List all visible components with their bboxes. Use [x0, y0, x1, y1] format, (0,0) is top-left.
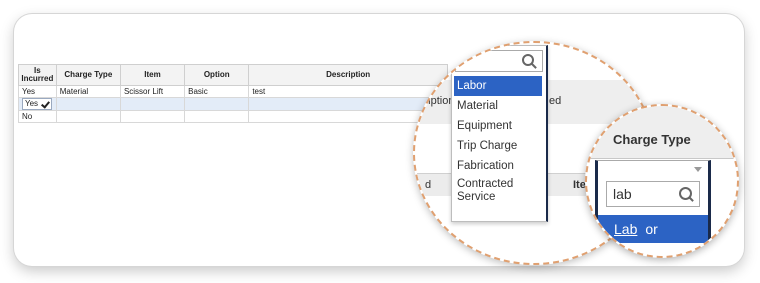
cell-item[interactable]: Scissor Lift	[119, 85, 186, 98]
cell-option[interactable]	[184, 110, 250, 123]
search-icon	[522, 54, 534, 66]
filtered-dropdown[interactable]: lab Lab or	[595, 160, 711, 256]
match-suffix: or	[645, 221, 658, 237]
is-incurred-editor[interactable]: Yes	[22, 98, 53, 110]
cell-is-incurred[interactable]: No	[18, 110, 57, 123]
dropdown-options: Labor Material Equipment Trip Charge Fab…	[454, 76, 542, 210]
is-incurred-value: Yes	[25, 99, 39, 108]
charges-grid: Is Incurred Charge Type Item Option Desc…	[18, 64, 448, 123]
lens-bg-fragment: d	[425, 179, 432, 191]
table-row[interactable]: No	[18, 110, 448, 123]
col-item[interactable]: Item	[119, 64, 186, 86]
table-row[interactable]: Yes	[18, 97, 448, 111]
charge-type-header[interactable]: Charge Type	[613, 132, 691, 147]
dropdown-option-material[interactable]: Material	[454, 96, 542, 116]
dropdown-option-equipment[interactable]: Equipment	[454, 116, 542, 136]
filter-search-input[interactable]: lab	[606, 181, 700, 207]
cell-is-incurred[interactable]: Yes	[18, 97, 57, 111]
table-row[interactable]: Yes Material Scissor Lift Basic test	[18, 85, 448, 98]
dropdown-option-trip-charge[interactable]: Trip Charge	[454, 136, 542, 156]
dropdown-option-labor[interactable]: Labor	[454, 76, 542, 96]
cell-charge-type[interactable]: Material	[55, 85, 121, 98]
cell-item[interactable]	[119, 110, 186, 123]
match-prefix: Lab	[614, 221, 638, 237]
col-charge-type[interactable]: Charge Type	[55, 64, 121, 86]
filtered-option-labor[interactable]: Lab or	[598, 215, 708, 243]
dropdown-search-input[interactable]	[455, 50, 543, 72]
cell-item[interactable]	[119, 97, 186, 111]
chevron-down-icon[interactable]	[694, 167, 702, 172]
lens-header-bar: Charge Type	[587, 106, 737, 159]
cell-is-incurred[interactable]: Yes	[18, 85, 57, 98]
cell-option[interactable]	[184, 97, 250, 111]
filter-search-value: lab	[613, 186, 632, 202]
grid-header-row: Is Incurred Charge Type Item Option Desc…	[18, 64, 448, 86]
check-icon	[41, 100, 49, 108]
cell-option[interactable]: Basic	[184, 85, 250, 98]
charge-type-dropdown[interactable]: Labor Material Equipment Trip Charge Fab…	[451, 45, 548, 222]
text-caret	[460, 55, 461, 66]
zoom-lens-filter: Charge Type lab Lab or	[585, 104, 739, 258]
col-is-incurred[interactable]: Is Incurred	[18, 64, 57, 86]
cell-charge-type[interactable]	[55, 110, 121, 123]
lens-bg-item-label: Ite	[573, 179, 586, 191]
cell-charge-type[interactable]	[55, 97, 121, 111]
dropdown-option-fabrication[interactable]: Fabrication	[454, 156, 542, 176]
search-icon	[679, 187, 692, 200]
lens-bg-description-label: cription	[419, 95, 455, 107]
col-option[interactable]: Option	[184, 64, 250, 86]
dropdown-option-contracted-service[interactable]: Contracted Service	[454, 176, 542, 210]
lens-bg-incurred-label: ed	[549, 95, 562, 107]
